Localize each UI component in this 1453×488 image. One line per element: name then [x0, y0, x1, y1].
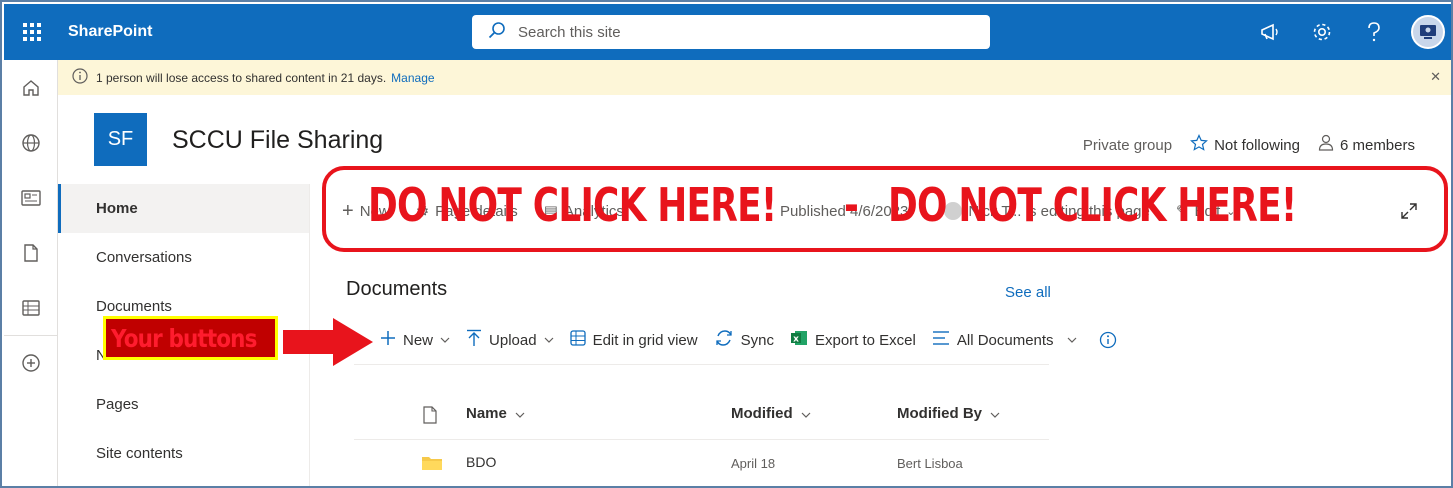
- column-label: Name: [466, 405, 507, 422]
- follow-label: Not following: [1214, 136, 1300, 154]
- nav-item-pages[interactable]: Pages: [58, 380, 309, 429]
- search-icon: [488, 21, 506, 44]
- chevron-down-icon: [1067, 334, 1077, 346]
- toolbar-label: Export to Excel: [814, 331, 916, 349]
- nav-item-site-contents[interactable]: Site contents: [58, 429, 309, 478]
- toolbar-label: Edit in grid view: [592, 331, 698, 349]
- toolbar-label: Sync: [740, 331, 774, 349]
- nav-label: Home: [96, 200, 138, 217]
- news-icon[interactable]: [4, 170, 57, 225]
- site-meta: Private group Not following 6 members: [1083, 134, 1415, 156]
- search-box[interactable]: Search this site: [472, 15, 990, 49]
- privacy-label: Private group: [1082, 136, 1173, 154]
- your-buttons-callout: Your buttons: [103, 316, 278, 360]
- app-bar: [4, 60, 58, 486]
- list-view-icon: [932, 330, 950, 350]
- nav-item-conversations[interactable]: Conversations: [58, 233, 309, 282]
- megaphone-icon[interactable]: [1255, 17, 1285, 47]
- info-icon: [72, 68, 88, 87]
- divider: [354, 364, 1049, 365]
- notification-text: 1 person will lose access to shared cont…: [96, 70, 387, 85]
- column-header-modified[interactable]: Modified: [731, 405, 811, 422]
- info-icon[interactable]: [1099, 331, 1117, 349]
- sync-icon: [714, 329, 734, 351]
- close-icon[interactable]: ✕: [1430, 69, 1441, 85]
- warning-text-2: DO NOT CLICK HERE!: [888, 178, 1297, 232]
- add-circle-icon[interactable]: [4, 335, 57, 390]
- documents-toolbar: New Upload Edit in grid view Sync x Expo…: [380, 325, 1133, 355]
- view-selector[interactable]: All Documents: [932, 330, 1077, 350]
- person-icon: [1318, 134, 1334, 156]
- plus-icon: [380, 330, 396, 350]
- search-input[interactable]: Search this site: [518, 24, 621, 41]
- warning-text-1: DO NOT CLICK HERE!: [368, 178, 777, 232]
- table-cell-name[interactable]: BDO: [466, 454, 496, 470]
- page-title[interactable]: SCCU File Sharing: [172, 126, 383, 155]
- nav-label: Site contents: [96, 445, 183, 462]
- chevron-down-icon: [801, 405, 811, 422]
- column-label: Modified By: [897, 405, 982, 422]
- chevron-down-icon: [440, 334, 450, 346]
- screenshot-frame: SharePoint Search this site 1 person wil…: [0, 0, 1453, 488]
- upload-button[interactable]: Upload: [466, 329, 554, 351]
- excel-icon: x: [790, 329, 808, 351]
- home-icon[interactable]: [4, 60, 57, 115]
- toolbar-label: All Documents: [956, 331, 1054, 349]
- site-logo[interactable]: SF: [94, 113, 147, 166]
- arrow-icon: [283, 318, 373, 366]
- export-excel-button[interactable]: x Export to Excel: [790, 329, 916, 351]
- new-button[interactable]: New: [380, 330, 450, 350]
- notification-bar: 1 person will lose access to shared cont…: [58, 60, 1451, 95]
- chevron-down-icon: [544, 334, 554, 346]
- toolbar-label: New: [403, 331, 434, 349]
- see-all-link[interactable]: See all: [1005, 284, 1051, 301]
- help-icon[interactable]: [1359, 17, 1389, 47]
- members-button[interactable]: 6 members: [1318, 134, 1415, 156]
- suite-bar: SharePoint Search this site: [4, 4, 1451, 60]
- members-label: 6 members: [1339, 136, 1415, 154]
- list-icon[interactable]: [4, 280, 57, 335]
- callout-inner: Your buttons: [106, 319, 275, 357]
- nav-item-home[interactable]: Home: [58, 184, 309, 233]
- table-cell-modified-by[interactable]: Bert Lisboa: [897, 456, 963, 471]
- follow-button[interactable]: Not following: [1190, 134, 1300, 156]
- divider: [354, 439, 1049, 440]
- folder-icon[interactable]: [421, 454, 443, 477]
- warning-dash: -: [844, 178, 859, 232]
- chevron-down-icon: [515, 405, 525, 422]
- chevron-down-icon: [990, 405, 1000, 422]
- toolbar-label: Upload: [489, 331, 537, 349]
- column-label: Modified: [731, 405, 793, 422]
- table-cell-modified: April 18: [731, 456, 776, 471]
- avatar[interactable]: [1411, 15, 1445, 49]
- globe-icon[interactable]: [4, 115, 57, 170]
- file-icon[interactable]: [4, 225, 57, 280]
- nav-label: Documents: [96, 298, 172, 315]
- documents-title[interactable]: Documents: [346, 278, 447, 301]
- upload-icon: [466, 329, 482, 351]
- column-header-modified-by[interactable]: Modified By: [897, 405, 1000, 422]
- star-icon: [1190, 134, 1209, 156]
- column-header-name[interactable]: Name: [466, 405, 525, 422]
- nav-label: Conversations: [96, 249, 192, 266]
- edit-grid-view-button[interactable]: Edit in grid view: [569, 330, 698, 350]
- manage-link[interactable]: Manage: [391, 71, 434, 85]
- nav-label: Pages: [96, 396, 139, 413]
- app-launcher-icon[interactable]: [4, 4, 60, 60]
- callout-text: Your buttons: [111, 323, 257, 353]
- sync-button[interactable]: Sync: [714, 329, 774, 351]
- file-type-icon: [423, 406, 437, 429]
- svg-text:x: x: [793, 335, 799, 345]
- app-name[interactable]: SharePoint: [68, 23, 152, 41]
- grid-icon: [569, 330, 586, 350]
- gear-icon[interactable]: [1307, 17, 1337, 47]
